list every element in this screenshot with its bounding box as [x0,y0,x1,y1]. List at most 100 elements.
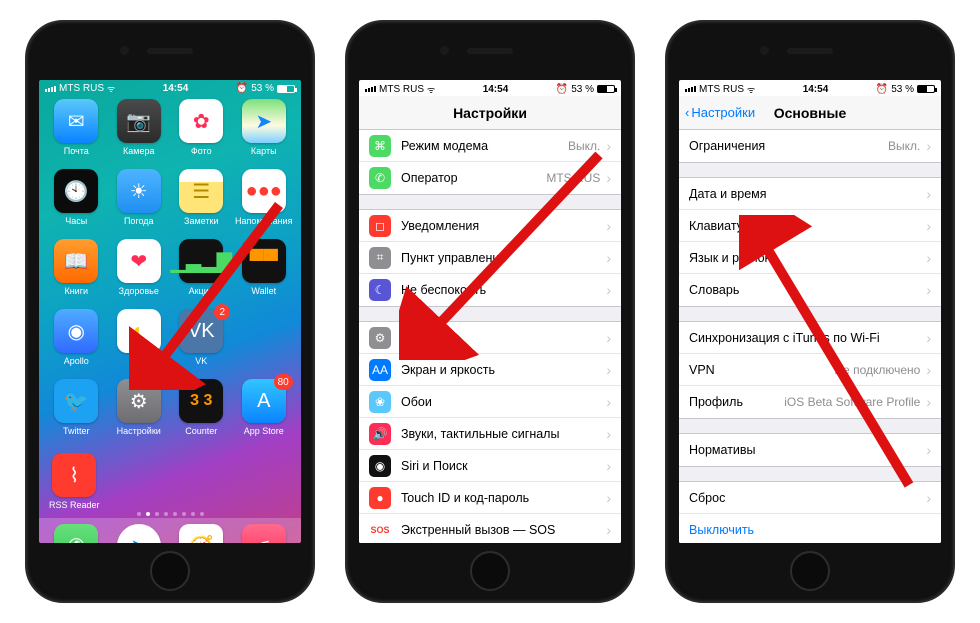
carrier-label: MTS RUS [379,84,424,95]
app-health[interactable]: ❤︎Здоровье [108,239,171,309]
row-green-chain[interactable]: ⌘Режим модемаВыкл.› [359,130,621,162]
wifi-icon: ᯤ [427,83,435,96]
row-value: iOS Beta Software Profile [784,395,920,409]
app-label: Книги [64,286,88,296]
app-twitter[interactable]: 🐦Twitter [45,379,108,449]
row-Профиль[interactable]: ПрофильiOS Beta Software Profile› [679,386,941,418]
chevron-right-icon: › [926,138,931,154]
row-notif[interactable]: ◻︎Уведомления› [359,210,621,242]
row-label: Сброс [689,491,924,505]
app-weather[interactable]: ☀︎ Погода [108,169,171,239]
dock: ✆ ➤ 🧭 ♫ [39,518,301,543]
app-vk[interactable]: VK2VK [170,309,233,379]
row-siri[interactable]: ◉Siri и Поиск› [359,450,621,482]
row-sound[interactable]: 🔊Звуки, тактильные сигналы› [359,418,621,450]
app-label: Камера [123,146,154,156]
sound-icon: 🔊 [369,423,391,445]
battery-pct: 53 % [891,84,914,95]
siri-icon: ◉ [369,455,391,477]
row-Язык и регион[interactable]: Язык и регион› [679,242,941,274]
app-appstore[interactable]: A80App Store [233,379,296,449]
reminders-icon: ●●● [242,169,286,213]
app-apollo[interactable]: ◉Apollo [45,309,108,379]
chevron-right-icon: › [606,522,611,538]
row-phone[interactable]: ✆ОператорMTS RUS› [359,162,621,194]
dock-music[interactable]: ♫ [242,524,286,543]
row-label: Уведомления [401,219,604,233]
app-settings[interactable]: ⚙︎Настройки [108,379,171,449]
row-label: Режим модема [401,139,568,153]
app-label: Disk [130,356,148,366]
row-wall[interactable]: ❀Обои› [359,386,621,418]
row-general[interactable]: ⚙︎Основные› [359,322,621,354]
app-notes[interactable]: ☰Заметки [170,169,233,239]
appstore-icon: A80 [242,379,286,423]
home-button[interactable] [790,551,830,591]
chevron-right-icon: › [606,394,611,410]
row-sos[interactable]: SOSЭкстренный вызов — SOS› [359,514,621,543]
nav-title: Настройки [453,105,527,121]
chevron-right-icon: › [926,490,931,506]
row-Выключить[interactable]: Выключить [679,514,941,543]
books-icon: 📖 [54,239,98,283]
row-touchid[interactable]: ●Touch ID и код-пароль› [359,482,621,514]
dock-phone[interactable]: ✆ [54,524,98,543]
row-Словарь[interactable]: Словарь› [679,274,941,306]
app-wallet[interactable]: ▀▀Wallet [233,239,296,309]
row-moon[interactable]: ☾Не беспокоить› [359,274,621,306]
home-button[interactable] [470,551,510,591]
rss-icon: ⌇ [52,453,96,497]
battery-icon [277,85,295,93]
chevron-right-icon: › [606,218,611,234]
app-label: Погода [124,216,154,226]
battery-icon [597,85,615,93]
row-label: Оператор [401,171,546,185]
battery-icon [917,85,935,93]
app-reminders[interactable]: ●●●Напоминания [233,169,296,239]
row-Синхронизация с iTunes по Wi-Fi[interactable]: Синхронизация с iTunes по Wi-Fi› [679,322,941,354]
chevron-right-icon: › [606,490,611,506]
app-counter[interactable]: 3 3Counter [170,379,233,449]
dock-safari[interactable]: 🧭 [179,524,223,543]
page-indicator[interactable] [39,510,301,518]
app-yadisk[interactable]: ◐Disk [108,309,171,379]
row-label: Основные [401,331,604,345]
home-button[interactable] [150,551,190,591]
row-Дата и время[interactable]: Дата и время› [679,178,941,210]
row-label: Словарь [689,283,924,297]
clock-icon: 🕙 [54,169,98,213]
health-icon: ❤︎ [117,239,161,283]
app-stocks[interactable]: ▁▃▂▇Акции [170,239,233,309]
settings-list[interactable]: ⌘Режим модемаВыкл.›✆ОператорMTS RUS›◻︎Ув… [359,130,621,543]
counter-icon: 3 3 [179,379,223,423]
app-rss[interactable]: ⌇RSS Reader [49,453,100,510]
weather-icon: ☀︎ [117,169,161,213]
battery-pct: 53 % [251,83,274,94]
row-label: Клавиатура [689,219,924,233]
chevron-right-icon: › [606,426,611,442]
row-Клавиатура[interactable]: Клавиатура› [679,210,941,242]
row-Ограничения[interactable]: ОграниченияВыкл.› [679,130,941,162]
app-photos[interactable]: ✿Фото [170,99,233,169]
green-chain-icon: ⌘ [369,135,391,157]
nav-bar: Настройки [359,96,621,130]
mail-icon: ✉︎ [54,99,98,143]
app-books[interactable]: 📖 Книги [45,239,108,309]
row-Нормативы[interactable]: Нормативы› [679,434,941,466]
row-control[interactable]: ⌗Пункт управления› [359,242,621,274]
row-VPN[interactable]: VPNНе подключено› [679,354,941,386]
app-maps[interactable]: ➤Карты [233,99,296,169]
chevron-right-icon: › [926,442,931,458]
back-button[interactable]: ‹ Настройки [685,105,755,120]
row-label: Синхронизация с iTunes по Wi-Fi [689,331,924,345]
app-camera[interactable]: 📷Камера [108,99,171,169]
chevron-right-icon: › [606,458,611,474]
row-Сброс[interactable]: Сброс› [679,482,941,514]
chevron-right-icon: › [606,250,611,266]
app-mail[interactable]: ✉︎Почта [45,99,108,169]
general-list[interactable]: ОграниченияВыкл.›Дата и время›Клавиатура… [679,130,941,543]
dock-telegram[interactable]: ➤ [117,524,161,543]
app-clock[interactable]: 🕙Часы [45,169,108,239]
row-display[interactable]: AAЭкран и яркость› [359,354,621,386]
home-screen[interactable]: MTS RUS ᯤ 14:54 ⏰ 53 % ✉︎Почта📷Камера✿Фо… [39,80,301,543]
